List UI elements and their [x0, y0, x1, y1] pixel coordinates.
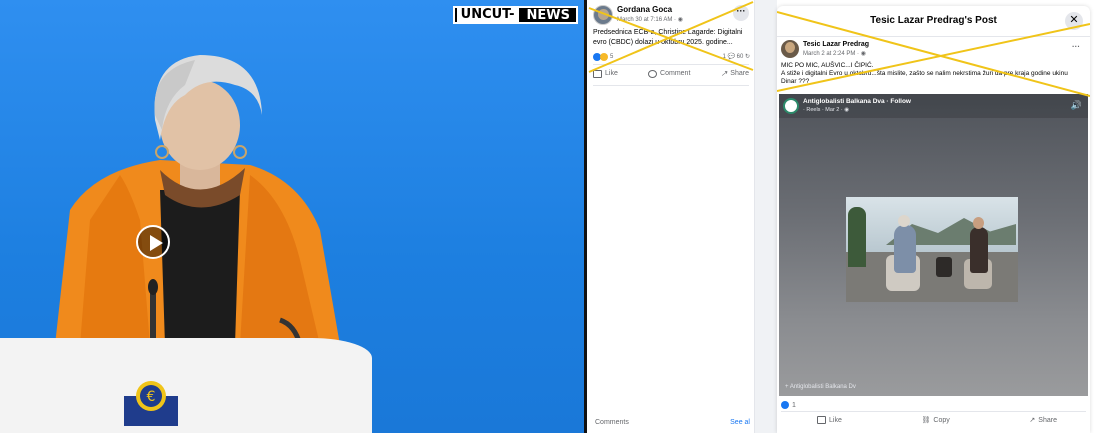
ecb-logo-icon: € [124, 381, 178, 426]
modal-title: Tesic Lazar Predrag's Post [870, 15, 997, 26]
post-text-line2: A stiže i digitalni Evro u oktobru...šta… [781, 70, 1068, 85]
reaction-summary[interactable]: 1 [781, 401, 796, 409]
like-reaction-icon [781, 401, 789, 409]
share-icon: ↗ [720, 69, 728, 78]
post-time-text: March 2 at 2:24 PM · [803, 51, 861, 57]
euro-symbol: € [147, 389, 156, 405]
video-player[interactable]: € UNCUT- NEWS [0, 0, 584, 433]
interview-video-frame [846, 197, 1018, 302]
globe-icon: ◉ [860, 51, 866, 57]
comment-icon [648, 69, 658, 78]
more-options-button[interactable]: ··· [1072, 42, 1080, 51]
post-timestamp[interactable]: March 30 at 7:16 AM · ◉ [617, 16, 683, 23]
reel-page-avatar[interactable] [783, 98, 799, 114]
comment-share-counts[interactable]: 1 💬 60 ↻ [722, 53, 750, 60]
post-author[interactable]: Gordana Goca [617, 5, 672, 14]
floor [846, 252, 1018, 302]
copy-label: Copy [933, 416, 950, 424]
post-actions: Like ⛓ Copy ↗ Share [817, 416, 1057, 424]
share-label: Share [730, 70, 749, 77]
see-all-link[interactable]: See al [730, 419, 750, 426]
post-text: Predsednica ECB-a, Christine Lagarde: Di… [593, 29, 743, 46]
like-icon [593, 69, 602, 78]
reaction-count: 5 [610, 54, 614, 60]
share-button[interactable]: ↗ Share [721, 69, 749, 78]
comment-label: Comment [660, 70, 691, 77]
volume-icon[interactable]: 🔊 [1071, 100, 1082, 111]
share-icon: ↗ [1029, 417, 1036, 424]
close-icon[interactable]: ✕ [1065, 12, 1083, 30]
comment-button[interactable]: Comment [648, 69, 690, 78]
play-button[interactable] [136, 225, 170, 259]
avatar[interactable] [781, 40, 799, 58]
plant [848, 207, 866, 267]
globe-icon: ◉ [677, 17, 683, 23]
reel-video[interactable]: Antiglobalisti Balkana Dva · Follow · Re… [779, 94, 1088, 396]
post-timestamp[interactable]: March 2 at 2:24 PM · ◉ [803, 50, 866, 57]
reel-meta: · Reels · Mar 2 · ◉ [803, 107, 849, 113]
more-options-button[interactable]: ··· [733, 5, 749, 21]
reaction-summary[interactable]: 5 [593, 53, 613, 61]
share-button[interactable]: ↗ Share [1029, 416, 1057, 425]
podium [0, 338, 372, 433]
reel-meta-text: · Reels · Mar 2 · [803, 107, 845, 113]
globe-icon: ◉ [844, 107, 850, 113]
like-icon [817, 416, 826, 424]
feed-post: Gordana Goca March 30 at 7:16 AM · ◉ ···… [587, 0, 755, 433]
post-text-line1: MIC PO MIC, AUŠVIC...I ČIPIĆ. [781, 62, 874, 69]
reel-footer: + Antiglobalisti Balkana Dv [785, 384, 856, 390]
divider [781, 411, 1086, 412]
uncut-news-logo: UNCUT- NEWS [452, 6, 578, 24]
post-time-text: March 30 at 7:16 AM · [617, 17, 678, 23]
comments-label: Comments [595, 419, 629, 426]
divider [777, 36, 1090, 37]
post-text: MIC PO MIC, AUŠVIC...I ČIPIĆ. A stiže i … [781, 62, 1081, 86]
divider [593, 85, 749, 86]
like-button[interactable]: Like [593, 69, 618, 78]
link-icon: ⛓ [921, 417, 931, 424]
person-right [970, 227, 988, 273]
reaction-count: 1 [792, 401, 796, 409]
post-modal: Tesic Lazar Predrag's Post ✕ Tesic Lazar… [777, 6, 1090, 433]
background-gap [755, 0, 777, 433]
haha-reaction-icon [600, 53, 608, 61]
like-label: Like [829, 416, 842, 424]
avatar[interactable] [593, 5, 613, 25]
side-table [936, 257, 952, 277]
post-actions: Like Comment ↗ Share [593, 69, 749, 78]
person-left-head [898, 215, 910, 227]
person-left [894, 225, 916, 273]
copy-button[interactable]: ⛓ Copy [921, 416, 950, 425]
like-label: Like [605, 70, 618, 77]
person-right-head [973, 217, 984, 229]
logo-news: NEWS [526, 7, 570, 23]
post-author[interactable]: Tesic Lazar Predrag [803, 41, 869, 48]
reel-page-name[interactable]: Antiglobalisti Balkana Dva · Follow [803, 98, 911, 105]
logo-uncut: UNCUT- [456, 8, 519, 22]
divider [593, 64, 749, 65]
share-label: Share [1038, 416, 1057, 424]
like-button[interactable]: Like [817, 416, 842, 424]
